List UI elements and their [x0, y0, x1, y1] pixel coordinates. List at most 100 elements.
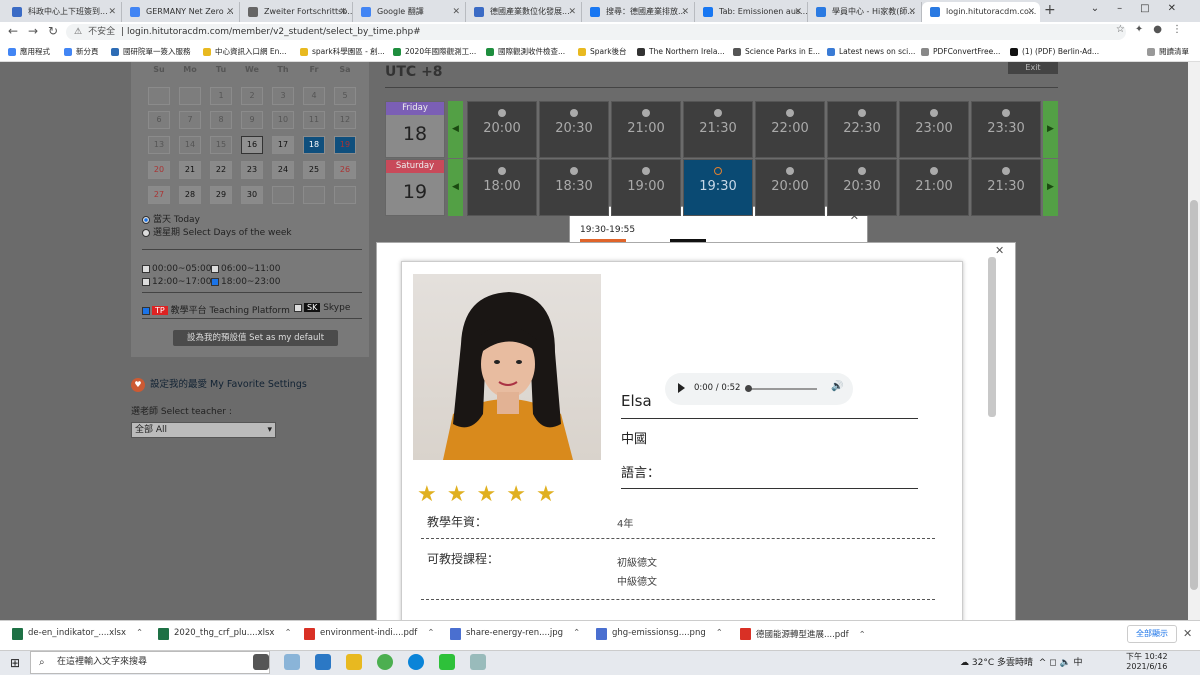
- bookmark-item[interactable]: 國研院單一簽入服務: [111, 42, 191, 61]
- calendar-day[interactable]: 25: [303, 161, 325, 179]
- prev-arrow-icon[interactable]: ◀: [448, 159, 463, 216]
- close-icon[interactable]: ✕: [568, 2, 576, 22]
- clock[interactable]: 下午 10:42 2021/6/16: [1126, 652, 1168, 672]
- audio-player[interactable]: 0:00 / 0:52 🔊: [665, 373, 853, 405]
- calendar-day[interactable]: 27: [148, 186, 170, 204]
- time-slot[interactable]: 22:30: [827, 101, 897, 158]
- time-slot[interactable]: 20:30: [539, 101, 609, 158]
- browser-tab[interactable]: Tab: Emissionen aus... ✕: [695, 2, 808, 22]
- bookmark-item[interactable]: 應用程式: [8, 42, 50, 61]
- audio-progress[interactable]: [747, 388, 817, 390]
- modal-scrollbar[interactable]: [988, 257, 996, 417]
- show-all-downloads-button[interactable]: 全部顯示: [1127, 625, 1177, 643]
- calendar-day[interactable]: 23: [241, 161, 263, 179]
- time-slot[interactable]: 21:00: [611, 101, 681, 158]
- page-scrollbar-thumb[interactable]: [1190, 200, 1198, 590]
- close-icon[interactable]: ✕: [995, 244, 1004, 257]
- teacher-select[interactable]: 全部 All ▾: [131, 422, 276, 438]
- close-icon[interactable]: ✕: [794, 2, 802, 22]
- time-slot[interactable]: 23:00: [899, 101, 969, 158]
- browser-tab[interactable]: GERMANY Net Zero ... ✕: [122, 2, 240, 22]
- time-slot[interactable]: 22:00: [755, 101, 825, 158]
- chevron-up-icon[interactable]: ⌃: [716, 628, 723, 638]
- browser-tab[interactable]: Zweiter Fortschrittsb... ✕: [240, 2, 353, 22]
- chrome-icon[interactable]: [377, 654, 393, 670]
- time-slot[interactable]: 21:00: [899, 159, 969, 216]
- calendar-day[interactable]: 29: [210, 186, 232, 204]
- time-slot[interactable]: 19:00: [611, 159, 681, 216]
- line-icon[interactable]: [439, 654, 455, 670]
- calendar-day[interactable]: 20: [148, 161, 170, 179]
- chevron-up-icon[interactable]: ⌃: [427, 628, 434, 638]
- today-option[interactable]: 當天 Today: [142, 212, 200, 225]
- bookmark-item[interactable]: (1) (PDF) Berlin-Ad...: [1010, 42, 1099, 61]
- time-range-1[interactable]: 06:00~11:00: [211, 264, 280, 274]
- browser-tab[interactable]: login.hitutoracdm.co... ✕: [922, 2, 1040, 22]
- bookmark-item[interactable]: Science Parks in E...: [733, 42, 820, 61]
- calendar-day[interactable]: 18: [303, 136, 325, 154]
- calendar-day[interactable]: 16: [241, 136, 263, 154]
- time-slot[interactable]: 18:00: [467, 159, 537, 216]
- time-range-2[interactable]: 12:00~17:00: [142, 277, 211, 287]
- time-range-3[interactable]: 18:00~23:00: [211, 277, 280, 287]
- close-icon[interactable]: ✕: [226, 2, 234, 22]
- edge-icon[interactable]: [408, 654, 424, 670]
- forward-icon[interactable]: →: [28, 24, 38, 38]
- system-tray[interactable]: ☁ 32°C 多雲時晴 ^ ◻ 🔈 中: [960, 655, 1083, 668]
- favorite-settings-header[interactable]: ♥ 設定我的最愛 My Favorite Settings: [131, 376, 307, 392]
- bookmark-item[interactable]: 國際觀測收件檢查...: [486, 42, 565, 61]
- close-icon[interactable]: ✕: [1183, 627, 1192, 640]
- platform-option[interactable]: TP 教學平台 Teaching Platform: [142, 303, 290, 316]
- download-item[interactable]: environment-indi....pdf ⌃: [304, 628, 434, 640]
- mail-icon[interactable]: [315, 654, 331, 670]
- close-icon[interactable]: ✕: [1027, 2, 1035, 22]
- volume-icon[interactable]: 🔊: [831, 381, 843, 392]
- calendar-day[interactable]: 22: [210, 161, 232, 179]
- back-icon[interactable]: ←: [8, 24, 18, 38]
- download-item[interactable]: 德國能源轉型進展....pdf ⌃: [740, 628, 866, 640]
- calendar-day[interactable]: 26: [334, 161, 356, 179]
- chevron-up-icon[interactable]: ⌃: [136, 628, 143, 638]
- reading-list[interactable]: 閱讀清單: [1147, 42, 1189, 61]
- next-arrow-icon[interactable]: ▶: [1043, 159, 1058, 216]
- close-icon[interactable]: ✕: [339, 2, 347, 22]
- prev-arrow-icon[interactable]: ◀: [448, 101, 463, 158]
- calendar-day[interactable]: 17: [272, 136, 294, 154]
- close-icon[interactable]: ✕: [681, 2, 689, 22]
- calendar-day[interactable]: 19: [334, 136, 356, 154]
- chevron-up-icon[interactable]: ⌃: [859, 630, 866, 640]
- bookmark-item[interactable]: 2020年國際觀測工...: [393, 42, 476, 61]
- windows-start-icon[interactable]: ⊞: [10, 656, 20, 670]
- week-option[interactable]: 選星期 Select Days of the week: [142, 225, 292, 238]
- calendar-day[interactable]: 28: [179, 186, 201, 204]
- play-icon[interactable]: [678, 383, 685, 393]
- folder-icon[interactable]: [346, 654, 362, 670]
- bookmark-item[interactable]: PDFConvertFree...: [921, 42, 1000, 61]
- app-icon[interactable]: [470, 654, 486, 670]
- calendar-day[interactable]: 30: [241, 186, 263, 204]
- bookmark-item[interactable]: The Northern Irela...: [637, 42, 725, 61]
- calendar-day[interactable]: 21: [179, 161, 201, 179]
- time-range-0[interactable]: 00:00~05:00: [142, 264, 211, 274]
- bookmark-item[interactable]: spark科學園區 - 創...: [300, 42, 385, 61]
- time-slot[interactable]: 20:00: [755, 159, 825, 216]
- skype-option[interactable]: SK Skype: [294, 303, 350, 313]
- bookmark-item[interactable]: Spark後台: [578, 42, 627, 61]
- download-item[interactable]: share-energy-ren....jpg ⌃: [450, 628, 580, 640]
- toolbar-icons[interactable]: ☆✦●⋮: [1116, 24, 1192, 35]
- new-tab-button[interactable]: +: [1044, 2, 1056, 18]
- browser-tab[interactable]: 搜尋：德國產業排放... ✕: [582, 2, 695, 22]
- close-icon[interactable]: ✕: [908, 2, 916, 22]
- taskbar-search[interactable]: ⌕ 在這裡輸入文字來搜尋: [30, 651, 270, 674]
- browser-tab[interactable]: 科政中心上下班簽到... ✕: [4, 2, 122, 22]
- browser-tab[interactable]: 德國產業數位化發展... ✕: [466, 2, 582, 22]
- reload-icon[interactable]: ↻: [48, 24, 58, 38]
- time-slot[interactable]: 20:00: [467, 101, 537, 158]
- bookmark-item[interactable]: 新分頁: [64, 42, 99, 61]
- time-slot[interactable]: 21:30: [683, 101, 753, 158]
- time-slot[interactable]: 20:30: [827, 159, 897, 216]
- set-default-button[interactable]: 設為我的預設值 Set as my default: [173, 330, 338, 346]
- download-item[interactable]: de-en_indikator_....xlsx ⌃: [12, 628, 143, 640]
- bookmark-item[interactable]: 中心資訊入口網 En...: [203, 42, 287, 61]
- audio-knob[interactable]: [745, 385, 752, 392]
